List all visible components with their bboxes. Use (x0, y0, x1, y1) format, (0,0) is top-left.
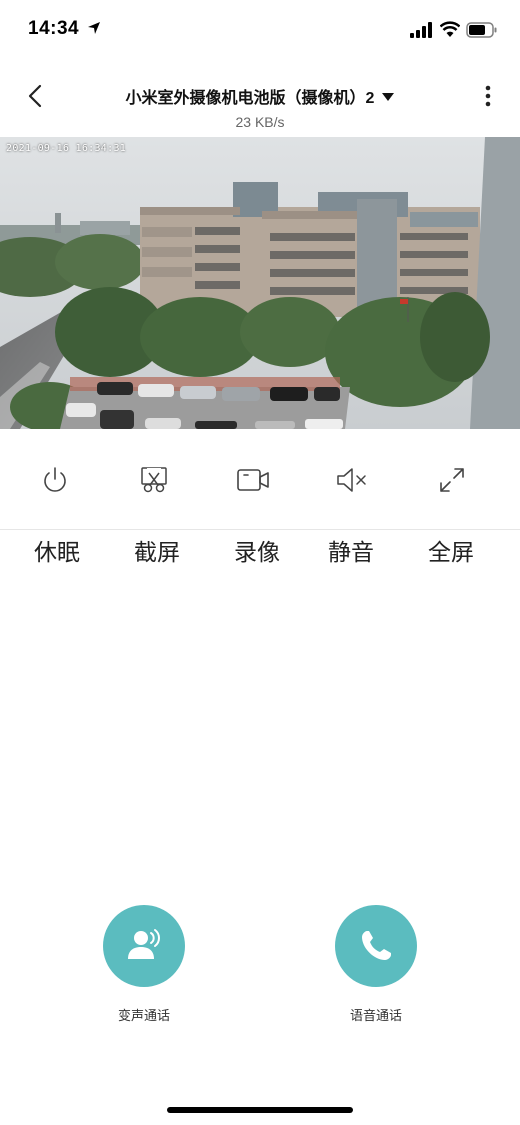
camera-view-image (0, 137, 520, 429)
voice-call-circle[interactable] (335, 905, 417, 987)
voice-call-button[interactable]: 语音通话 (306, 905, 446, 1024)
sleep-button[interactable] (20, 448, 90, 512)
mute-button[interactable] (317, 448, 387, 512)
status-bar: 14:34 (0, 0, 520, 60)
mute-label: 静音 (328, 539, 374, 565)
screenshot-label: 截屏 (134, 539, 180, 565)
record-label: 录像 (234, 539, 280, 565)
battery-icon (466, 22, 497, 38)
home-indicator (167, 1107, 353, 1113)
back-icon[interactable] (22, 82, 50, 110)
stream-speed: 23 KB/s (235, 114, 285, 130)
divider (0, 529, 520, 530)
camera-title-dropdown[interactable]: 小米室外摄像机电池版（摄像机）2 (60, 84, 460, 108)
fullscreen-button[interactable] (417, 448, 487, 512)
cellular-signal-icon (410, 22, 432, 38)
voice-call-label: 语音通话 (349, 1008, 402, 1023)
phone-icon (362, 931, 391, 960)
status-time: 14:34 (28, 18, 80, 39)
voice-change-call-button[interactable]: 变声通话 (74, 905, 214, 1024)
wifi-icon (440, 21, 460, 37)
control-bar (0, 448, 520, 512)
header: 小米室外摄像机电池版（摄像机）2 23 KB/s (0, 70, 520, 136)
voice-change-icon (128, 929, 160, 959)
caret-down-icon (382, 92, 395, 101)
scissors-icon (141, 467, 167, 493)
control-labels: 休眠 截屏 录像 静音 全屏 (0, 533, 520, 569)
video-feed[interactable]: 2021-09-16 16:34:31 (0, 137, 520, 429)
sleep-label: 休眠 (34, 539, 80, 565)
fullscreen-label: 全屏 (428, 539, 474, 565)
camera-title: 小米室外摄像机电池版（摄像机）2 (125, 90, 375, 107)
screenshot-button[interactable] (119, 448, 189, 512)
video-timestamp: 2021-09-16 16:34:31 (6, 143, 127, 154)
location-arrow-icon (88, 22, 100, 34)
voice-change-call-label: 变声通话 (117, 1008, 170, 1023)
more-icon[interactable] (478, 82, 498, 110)
video-camera-icon (237, 469, 269, 491)
record-button[interactable] (218, 448, 288, 512)
voice-change-call-circle[interactable] (103, 905, 185, 987)
power-icon (44, 467, 66, 492)
speaker-mute-icon (337, 468, 366, 492)
expand-icon (440, 468, 464, 492)
